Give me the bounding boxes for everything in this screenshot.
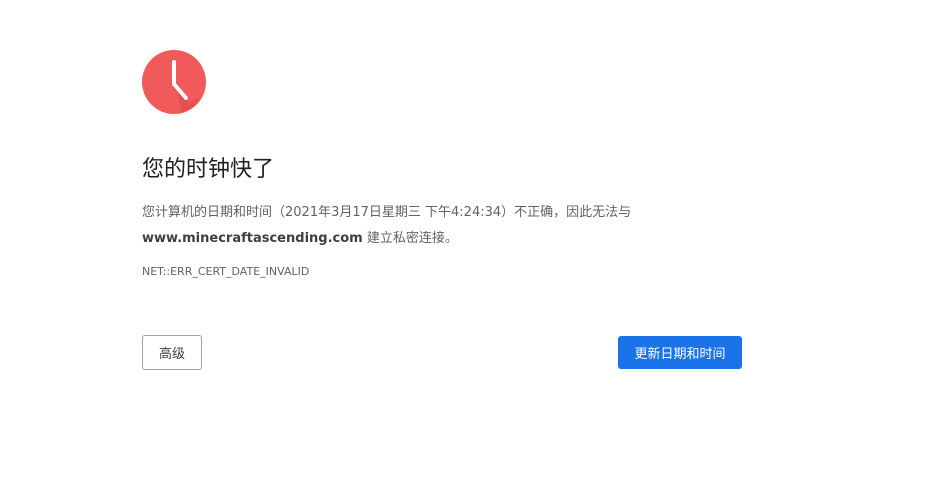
error-message-suffix: 建立私密连接。 (362, 231, 458, 246)
interstitial-page: 您的时钟快了 您计算机的日期和时间（2021年3月17日星期三 下午4:24:3… (0, 0, 930, 491)
error-message-line: 您计算机的日期和时间（2021年3月17日星期三 下午4:24:34）不正确，因… (142, 205, 632, 220)
site-hostname: www.minecraftascending.com (142, 231, 363, 246)
error-code: NET::ERR_CERT_DATE_INVALID (142, 265, 310, 278)
page-title: 您的时钟快了 (142, 157, 275, 182)
clock-icon (142, 50, 206, 114)
error-message-line: www.minecraftascending.com 建立私密连接。 (142, 226, 742, 252)
update-date-time-button[interactable]: 更新日期和时间 (618, 336, 742, 369)
advanced-button[interactable]: 高级 (142, 335, 202, 370)
error-message: 您计算机的日期和时间（2021年3月17日星期三 下午4:24:34）不正确，因… (142, 200, 742, 252)
